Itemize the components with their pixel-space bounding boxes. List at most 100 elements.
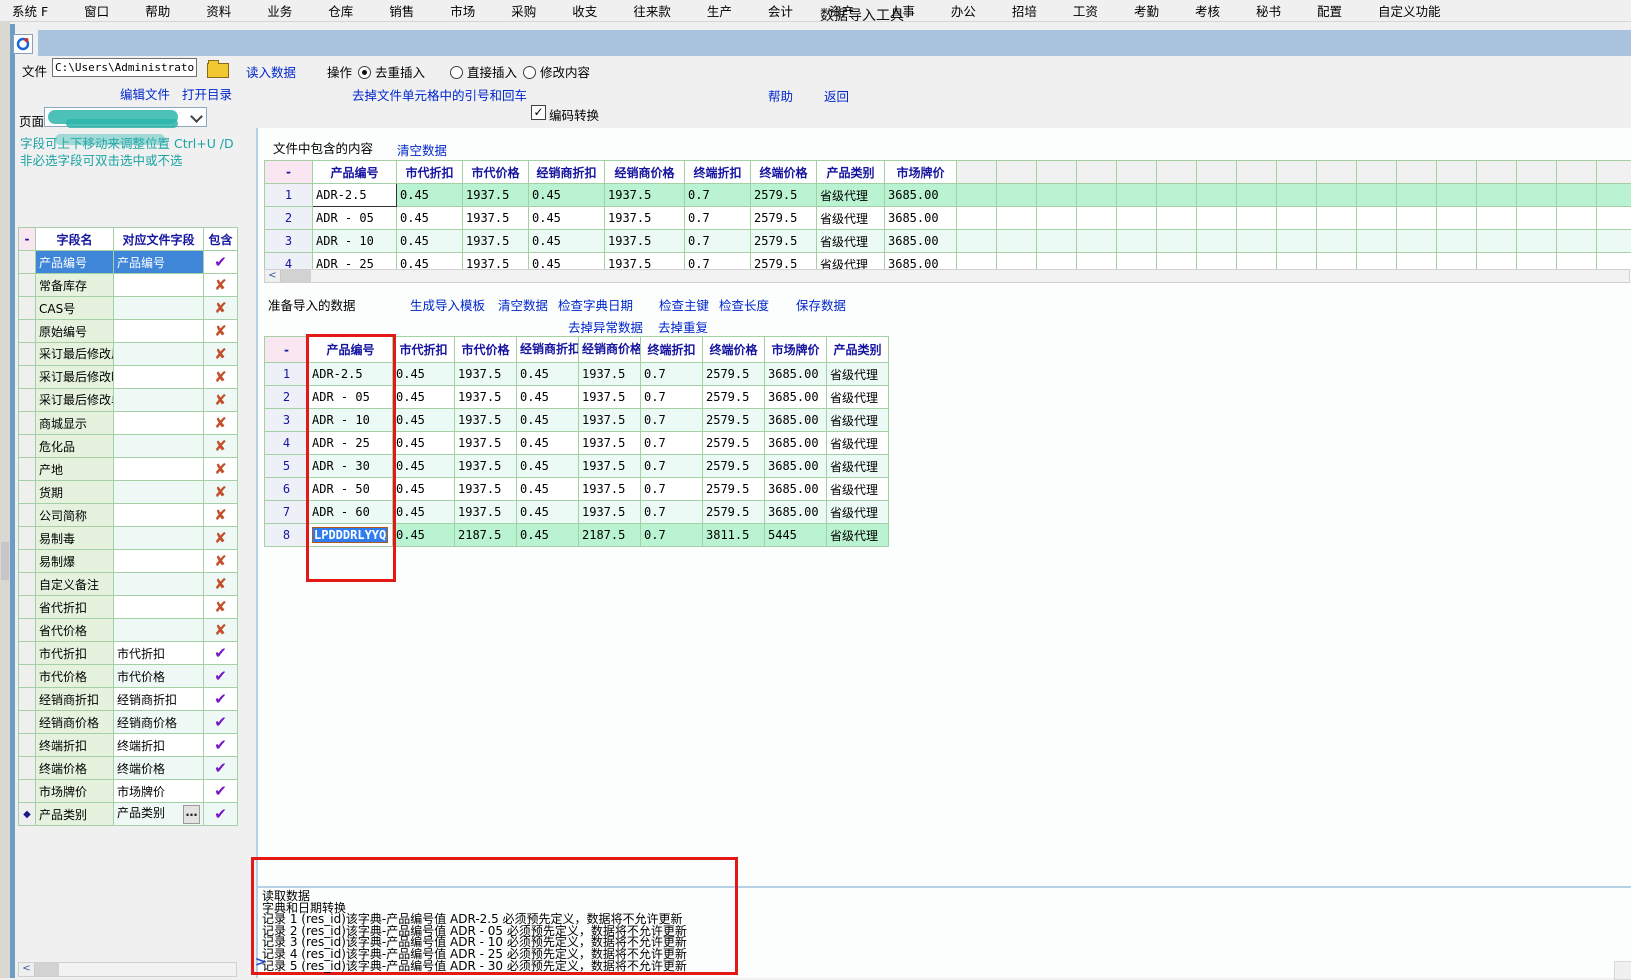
menu-item[interactable]: 办公	[933, 0, 994, 22]
field-table-row[interactable]: 公司简称✘	[19, 504, 238, 527]
excluded-cross-icon[interactable]: ✘	[204, 550, 238, 573]
menu-item[interactable]: 收支	[554, 0, 615, 22]
file-field-cell[interactable]	[114, 573, 204, 596]
remove-abnormal-link[interactable]: 去掉异常数据	[568, 317, 643, 336]
file-field-cell[interactable]: 市代折扣	[114, 642, 204, 665]
field-table-row[interactable]: 货期✘	[19, 481, 238, 504]
menu-item[interactable]: 仓库	[310, 0, 371, 22]
menu-item[interactable]: 帮助	[127, 0, 188, 22]
file-field-cell[interactable]: 产品类别…	[114, 803, 204, 826]
ellipsis-button[interactable]: …	[183, 805, 200, 824]
file-field-cell[interactable]	[114, 596, 204, 619]
file-table-clear-link[interactable]: 清空数据	[397, 140, 447, 159]
field-table-row[interactable]: 采订最后修改时间✘	[19, 366, 238, 389]
field-table-row[interactable]: 自定义备注✘	[19, 573, 238, 596]
scrollbar-thumb[interactable]	[1, 542, 9, 580]
radio-button-icon[interactable]	[523, 66, 536, 79]
file-field-cell[interactable]: 市代价格	[114, 665, 204, 688]
file-field-cell[interactable]	[114, 412, 204, 435]
file-table-hscrollbar[interactable]: <	[264, 269, 1630, 283]
file-field-cell[interactable]	[114, 458, 204, 481]
scrollbar-thumb[interactable]	[281, 270, 311, 282]
menu-item[interactable]: 生产	[689, 0, 750, 22]
file-field-cell[interactable]	[114, 366, 204, 389]
excluded-cross-icon[interactable]: ✘	[204, 619, 238, 642]
folder-browse-icon[interactable]	[207, 63, 229, 78]
file-field-cell[interactable]	[114, 435, 204, 458]
excluded-cross-icon[interactable]: ✘	[204, 297, 238, 320]
scrollbar-thumb[interactable]	[35, 963, 59, 976]
included-check-icon[interactable]: ✔	[204, 665, 238, 688]
file-field-cell[interactable]	[114, 320, 204, 343]
file-field-cell[interactable]: 经销商折扣	[114, 688, 204, 711]
file-table-row[interactable]: 2ADR - 050.451937.50.451937.50.72579.5省级…	[265, 207, 1631, 230]
included-check-icon[interactable]: ✔	[204, 757, 238, 780]
file-field-cell[interactable]: 终端折扣	[114, 734, 204, 757]
check-primary-key-link[interactable]: 检查主键	[659, 295, 709, 314]
field-table-row[interactable]: 易制爆✘	[19, 550, 238, 573]
import-table-row[interactable]: 4ADR - 250.451937.50.451937.50.72579.536…	[265, 432, 889, 455]
menu-item[interactable]: 会计	[750, 0, 811, 22]
back-link[interactable]: 返回	[824, 86, 849, 105]
window-left-scrollbar[interactable]	[0, 22, 10, 978]
menu-item[interactable]: 市场	[432, 0, 493, 22]
field-table-row[interactable]: 常备库存✘	[19, 274, 238, 297]
excluded-cross-icon[interactable]: ✘	[204, 573, 238, 596]
excluded-cross-icon[interactable]: ✘	[204, 412, 238, 435]
excluded-cross-icon[interactable]: ✘	[204, 343, 238, 366]
import-table-row[interactable]: 1ADR-2.50.451937.50.451937.50.72579.5368…	[265, 363, 889, 386]
menu-item[interactable]: 窗口	[66, 0, 127, 22]
field-table-row[interactable]: 终端价格终端价格✔	[19, 757, 238, 780]
field-table-row[interactable]: 经销商折扣经销商折扣✔	[19, 688, 238, 711]
excluded-cross-icon[interactable]: ✘	[204, 504, 238, 527]
file-field-cell[interactable]: 经销商价格	[114, 711, 204, 734]
check-dict-date-link[interactable]: 检查字典日期	[558, 295, 633, 314]
operation-radio[interactable]: 修改内容	[523, 62, 590, 78]
field-table-row[interactable]: 市场牌价市场牌价✔	[19, 780, 238, 803]
excluded-cross-icon[interactable]: ✘	[204, 389, 238, 412]
menu-item[interactable]: 考勤	[1116, 0, 1177, 22]
field-table-row[interactable]: 危化品✘	[19, 435, 238, 458]
included-check-icon[interactable]: ✔	[204, 780, 238, 803]
file-field-cell[interactable]: 市场牌价	[114, 780, 204, 803]
field-table-row[interactable]: 市代价格市代价格✔	[19, 665, 238, 688]
menu-item[interactable]: 秘书	[1238, 0, 1299, 22]
file-path-input[interactable]	[52, 58, 197, 77]
menu-item[interactable]: 采购	[493, 0, 554, 22]
excluded-cross-icon[interactable]: ✘	[204, 527, 238, 550]
field-table-row[interactable]: 省代价格✘	[19, 619, 238, 642]
included-check-icon[interactable]: ✔	[204, 251, 238, 274]
import-table-row[interactable]: 2ADR - 050.451937.50.451937.50.72579.536…	[265, 386, 889, 409]
encoding-checkbox[interactable]: ✓	[531, 105, 546, 120]
read-data-link[interactable]: 读入数据	[246, 62, 296, 81]
file-table-row[interactable]: 4ADR - 250.451937.50.451937.50.72579.5省级…	[265, 253, 1631, 270]
menu-item[interactable]: 配置	[1299, 0, 1360, 22]
file-field-cell[interactable]	[114, 343, 204, 366]
menu-item[interactable]: 招培	[994, 0, 1055, 22]
import-table-row[interactable]: 3ADR - 100.451937.50.451937.50.72579.536…	[265, 409, 889, 432]
file-field-cell[interactable]	[114, 297, 204, 320]
strip-quotes-link[interactable]: 去掉文件单元格中的引号和回车	[352, 85, 527, 104]
field-table-hscrollbar[interactable]: <	[18, 962, 237, 977]
open-directory-link[interactable]: 打开目录	[182, 84, 232, 103]
menu-item[interactable]: 资料	[188, 0, 249, 22]
field-table-row[interactable]: 终端折扣终端折扣✔	[19, 734, 238, 757]
file-table-row[interactable]: 1ADR-2.50.451937.50.451937.50.72579.5省级代…	[265, 184, 1631, 207]
field-table-row[interactable]: 产地✘	[19, 458, 238, 481]
check-length-link[interactable]: 检查长度	[719, 295, 769, 314]
menu-item[interactable]: 系统 F	[4, 0, 66, 22]
operation-radio[interactable]: 直接插入	[450, 62, 517, 78]
file-field-cell[interactable]: 产品编号	[114, 251, 204, 274]
file-field-cell[interactable]	[114, 619, 204, 642]
excluded-cross-icon[interactable]: ✘	[204, 366, 238, 389]
scroll-right-icon[interactable]: >	[255, 955, 266, 970]
field-table-row[interactable]: 商城显示✘	[19, 412, 238, 435]
file-field-cell[interactable]	[114, 550, 204, 573]
radio-button-icon[interactable]	[358, 66, 371, 79]
remove-duplicates-link[interactable]: 去掉重复	[658, 317, 708, 336]
field-table-row[interactable]: ◆产品类别产品类别…✔	[19, 803, 238, 826]
menu-item[interactable]: 考核	[1177, 0, 1238, 22]
editing-cell[interactable]: LPDDDRLYYQ	[309, 524, 393, 547]
clear-data-link[interactable]: 清空数据	[498, 295, 548, 314]
scroll-left-icon[interactable]: <	[19, 963, 35, 976]
